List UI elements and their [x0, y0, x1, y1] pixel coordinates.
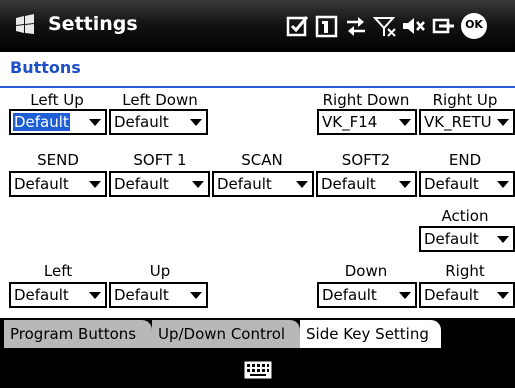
chevron-down-icon[interactable] [89, 119, 101, 126]
soft1-combo[interactable]: Default [109, 171, 210, 197]
label-end: END [448, 151, 482, 169]
combo-value: Default [114, 286, 169, 304]
chevron-down-icon[interactable] [497, 292, 509, 299]
chevron-down-icon[interactable] [399, 181, 411, 188]
checkbox-icon[interactable] [285, 13, 311, 39]
right-up-combo[interactable]: VK_RETU [419, 109, 515, 135]
label-left: Left [43, 262, 73, 280]
chevron-down-icon[interactable] [296, 181, 308, 188]
combo-value: Default [424, 286, 479, 304]
chevron-down-icon[interactable] [399, 119, 411, 126]
right-combo[interactable]: Default [419, 282, 515, 308]
keyboard-icon[interactable] [244, 361, 272, 379]
section-title: Buttons [10, 58, 81, 77]
combo-value: Default [14, 286, 69, 304]
chevron-down-icon[interactable] [497, 236, 509, 243]
label-scan: SCAN [241, 151, 283, 169]
right-down-combo[interactable]: VK_F14 [317, 109, 417, 135]
label-down: Down [344, 262, 388, 280]
left-down-combo[interactable]: Default [109, 109, 208, 135]
chevron-down-icon[interactable] [190, 292, 202, 299]
tab-up-down-control[interactable]: Up/Down Control [152, 320, 300, 348]
tab-program-buttons[interactable]: Program Buttons [4, 320, 152, 348]
label-right-up: Right Up [432, 91, 498, 109]
combo-value: Default [321, 175, 376, 193]
left-combo[interactable]: Default [9, 282, 107, 308]
windows-start-icon[interactable] [14, 14, 36, 36]
label-left-down: Left Down [122, 91, 198, 109]
soft2-combo[interactable]: Default [316, 171, 417, 197]
no-signal-icon[interactable] [372, 13, 398, 39]
scan-combo[interactable]: Default [212, 171, 314, 197]
combo-value: Default [424, 230, 479, 248]
combo-value: Default [114, 113, 169, 131]
combo-value: Default [322, 286, 377, 304]
combo-value: Default [14, 175, 69, 193]
combo-value: Default [13, 113, 70, 131]
left-up-combo[interactable]: Default [9, 109, 107, 135]
end-combo[interactable]: Default [419, 171, 515, 197]
down-combo[interactable]: Default [317, 282, 417, 308]
combo-value: VK_RETU [424, 113, 492, 131]
label-right: Right [445, 262, 485, 280]
combo-value: Default [424, 175, 479, 193]
chevron-down-icon[interactable] [190, 119, 202, 126]
chevron-down-icon[interactable] [89, 181, 101, 188]
send-combo[interactable]: Default [9, 171, 107, 197]
chevron-down-icon[interactable] [497, 119, 509, 126]
combo-value: Default [217, 175, 272, 193]
tab-side-key-setting[interactable]: Side Key Setting [300, 320, 441, 348]
sync-arrows-icon[interactable] [343, 13, 369, 39]
chevron-down-icon[interactable] [399, 292, 411, 299]
label-send: SEND [37, 151, 79, 169]
sim-icon[interactable] [314, 13, 340, 39]
up-combo[interactable]: Default [109, 282, 208, 308]
chevron-down-icon[interactable] [497, 181, 509, 188]
ok-label: OK [465, 18, 483, 31]
chevron-down-icon[interactable] [192, 181, 204, 188]
label-action: Action [441, 207, 489, 225]
app-title[interactable]: Settings [48, 13, 138, 35]
speaker-muted-icon[interactable] [401, 13, 427, 39]
ok-icon[interactable]: OK [461, 13, 487, 39]
label-right-down: Right Down [322, 91, 410, 109]
section-divider [0, 86, 515, 88]
combo-value: VK_F14 [322, 113, 378, 131]
label-soft-1: SOFT 1 [133, 151, 187, 169]
combo-value: Default [114, 175, 169, 193]
label-left-up: Left Up [30, 91, 84, 109]
label-soft2: SOFT2 [341, 151, 391, 169]
chevron-down-icon[interactable] [89, 292, 101, 299]
label-up: Up [149, 262, 171, 280]
battery-plug-icon[interactable] [430, 13, 456, 39]
action-combo[interactable]: Default [419, 226, 515, 252]
